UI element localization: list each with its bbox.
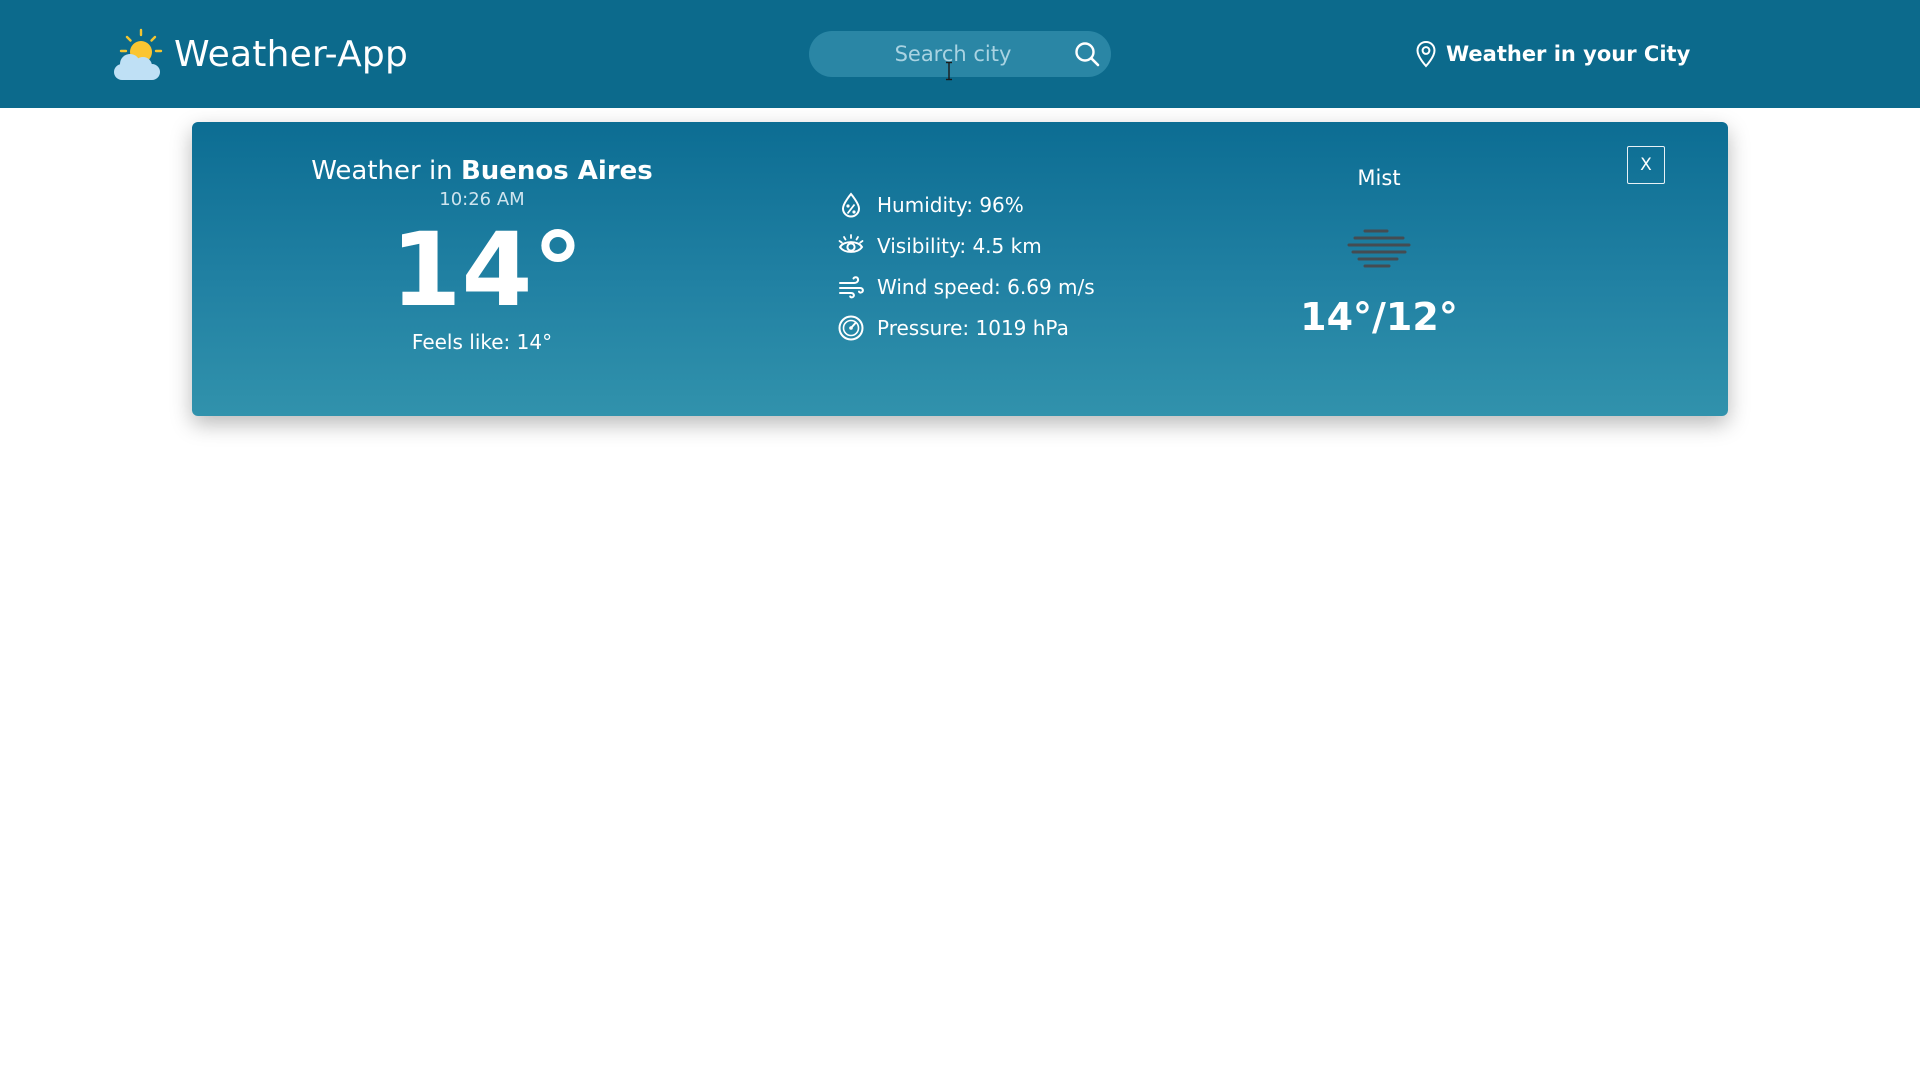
map-pin-icon: [1416, 40, 1436, 68]
condition-label: Mist: [1357, 166, 1401, 190]
wind-text: Wind speed: 6.69 m/s: [877, 274, 1095, 299]
weather-in-your-city-link[interactable]: Weather in your City: [1414, 38, 1690, 70]
visibility-eye-icon: [838, 233, 864, 253]
search-input[interactable]: [809, 31, 1059, 77]
humidity-icon: [841, 191, 861, 218]
brand[interactable]: Weather-App: [110, 26, 408, 82]
weather-in-your-city-label: Weather in your City: [1446, 42, 1691, 66]
weather-details: Humidity: 96% Visibility: 4.5 km Wind sp…: [837, 184, 1095, 348]
visibility-detail: Visibility: 4.5 km: [837, 225, 1095, 266]
pressure-gauge-icon: [838, 315, 864, 340]
city-name: Buenos Aires: [460, 156, 653, 186]
current-temperature: 14°: [390, 211, 584, 330]
pressure-detail: Pressure: 1019 hPa: [837, 307, 1095, 348]
text-cursor-icon: [946, 61, 952, 81]
weather-condition: Mist 14°/12°: [1299, 164, 1459, 340]
city-heading: Weather in Buenos Aires: [292, 154, 672, 188]
min-max-temperature: 14°/12°: [1300, 295, 1458, 339]
partly-sunny-icon: [114, 28, 163, 80]
brand-name: Weather-App: [174, 33, 409, 75]
feels-like: Feels like: 14°: [411, 330, 553, 354]
visibility-text: Visibility: 4.5 km: [877, 233, 1042, 258]
top-navbar: Weather-App Weather in your City: [0, 0, 1920, 108]
city-heading-prefix: Weather in: [311, 156, 453, 186]
search-bar: [809, 31, 1111, 77]
current-weather-summary: Weather in Buenos Aires 10:26 AM 14° Fee…: [292, 154, 672, 356]
weather-card: Weather in Buenos Aires 10:26 AM 14° Fee…: [192, 122, 1728, 416]
pressure-text: Pressure: 1019 hPa: [877, 315, 1069, 340]
wind-icon: [839, 275, 864, 298]
search-icon[interactable]: [1073, 40, 1101, 68]
close-button[interactable]: X: [1627, 146, 1665, 184]
wind-detail: Wind speed: 6.69 m/s: [837, 266, 1095, 307]
humidity-text: Humidity: 96%: [877, 192, 1024, 217]
local-time: 10:26 AM: [439, 189, 525, 210]
humidity-detail: Humidity: 96%: [837, 184, 1095, 225]
mist-icon: [1347, 229, 1411, 268]
